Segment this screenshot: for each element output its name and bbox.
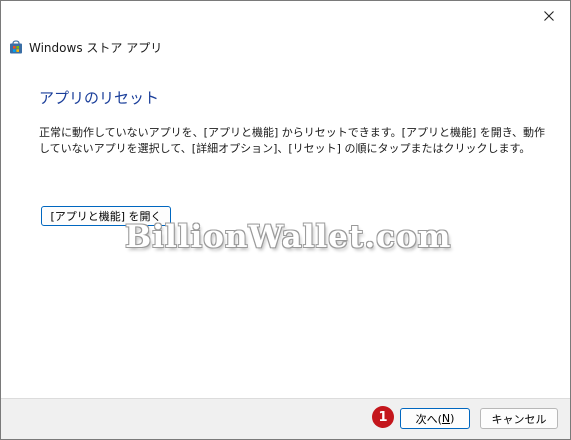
description-text: 正常に動作していないアプリを、[アプリと機能] からリセットできます。[アプリと…	[39, 126, 545, 155]
next-label-suffix: )	[450, 412, 455, 425]
cancel-button[interactable]: キャンセル	[480, 408, 558, 429]
step-number-badge: 1	[372, 406, 394, 428]
next-label-accesskey: N	[441, 412, 451, 425]
watermark-text: BillionWallet.com	[125, 219, 452, 255]
window-title: Windows ストア アプリ	[29, 40, 163, 55]
next-label-prefix: 次へ(	[415, 412, 442, 426]
page-heading: アプリのリセット	[39, 89, 160, 107]
title-bar: Windows ストア アプリ	[9, 38, 162, 56]
close-icon	[544, 11, 554, 21]
next-button[interactable]: 次へ(N)	[400, 408, 470, 429]
close-button[interactable]	[534, 5, 564, 27]
store-app-icon	[10, 40, 22, 54]
